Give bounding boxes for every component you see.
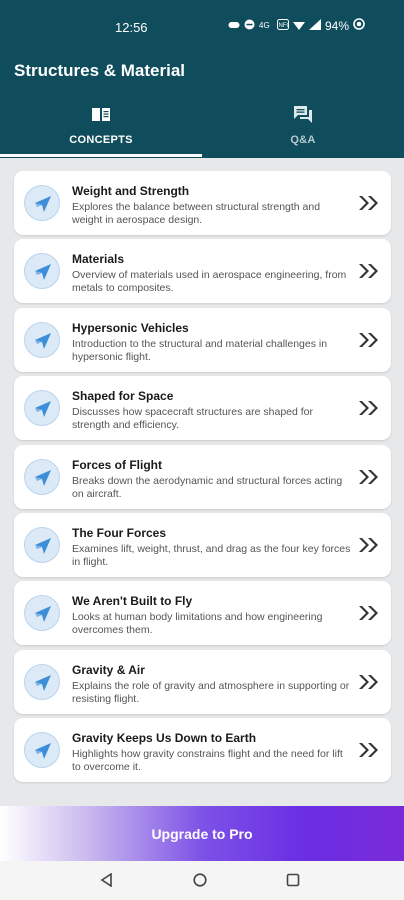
concept-description: Discusses how spacecraft structures are … xyxy=(72,406,314,432)
svg-text:NFC: NFC xyxy=(279,23,290,29)
concept-description: Highlights how gravity constrains flight… xyxy=(72,748,343,774)
nfc-icon: NFC xyxy=(277,18,291,33)
concept-title: Weight and Strength xyxy=(72,184,190,198)
recents-icon[interactable] xyxy=(286,873,300,892)
system-navigation-bar xyxy=(0,861,404,900)
list-item[interactable]: Weight and Strength Explores the balance… xyxy=(14,171,391,235)
concept-description: Explores the balance between structural … xyxy=(72,201,321,226)
status-icons: 4G NFC 94% xyxy=(228,18,365,33)
list-item[interactable]: We Aren't Built to Fly Looks at human bo… xyxy=(14,581,391,646)
upgrade-to-pro-button[interactable]: Upgrade to Pro xyxy=(0,806,404,861)
list-item[interactable]: Gravity & Air Explains the role of gravi… xyxy=(14,649,391,714)
list-item[interactable]: Gravity Keeps Us Down to Earth Highlight… xyxy=(14,718,391,783)
chevron-double-right-icon xyxy=(358,605,380,626)
status-bar: 12:56 4G NFC 94% xyxy=(0,0,404,50)
airplane-icon xyxy=(24,526,60,563)
airplane-icon xyxy=(24,253,60,290)
airplane-icon xyxy=(24,595,60,632)
concept-title: Gravity Keeps Us Down to Earth xyxy=(72,731,257,746)
battery-percent: 94% xyxy=(325,18,350,33)
airplane-icon xyxy=(24,321,60,358)
concept-title: Hypersonic Vehicles xyxy=(72,320,189,335)
back-icon[interactable] xyxy=(100,872,114,892)
airplane-icon xyxy=(24,732,60,769)
status-time: 12:56 xyxy=(115,20,148,35)
list-item[interactable]: Shaped for Space Discusses how spacecraf… xyxy=(14,376,391,441)
concept-description: Looks at human body limitations and how … xyxy=(72,611,323,637)
chevron-double-right-icon xyxy=(358,332,380,353)
airplane-icon xyxy=(24,458,60,495)
concept-title: Gravity & Air xyxy=(72,662,145,677)
concept-description: Introduction to the structural and mater… xyxy=(72,337,328,363)
upgrade-label: Upgrade to Pro xyxy=(151,826,253,842)
tab-qa[interactable]: Q&A xyxy=(202,104,404,158)
app-bar: Structures & Material CONCEPTS Q&A xyxy=(0,50,404,158)
airplane-icon xyxy=(24,185,60,221)
do-not-disturb-icon xyxy=(244,19,255,33)
concept-description: Examines lift, weight, thrust, and drag … xyxy=(72,542,351,568)
home-icon[interactable] xyxy=(193,873,207,892)
game-controller-icon xyxy=(228,19,240,33)
book-icon xyxy=(91,104,111,124)
battery-icon xyxy=(353,18,365,33)
concept-description: Overview of materials used in aerospace … xyxy=(72,269,347,295)
list-item[interactable]: Materials Overview of materials used in … xyxy=(14,239,391,304)
signal-icon xyxy=(309,18,321,33)
concept-title: Forces of Flight xyxy=(72,457,162,472)
list-item[interactable]: The Four Forces Examines lift, weight, t… xyxy=(14,512,391,577)
concept-title: Materials xyxy=(72,252,125,267)
airplane-icon xyxy=(24,390,60,427)
chevron-double-right-icon xyxy=(358,195,380,216)
concept-title: Shaped for Space xyxy=(72,389,174,404)
tab-concepts-label: CONCEPTS xyxy=(69,134,133,146)
chat-icon xyxy=(293,104,313,124)
page-title: Structures & Material xyxy=(14,61,185,80)
chevron-double-right-icon xyxy=(358,263,380,284)
wifi-icon xyxy=(293,19,305,33)
svg-text:4G: 4G xyxy=(259,21,270,30)
tab-concepts[interactable]: CONCEPTS xyxy=(0,104,202,158)
tab-qa-label: Q&A xyxy=(290,134,316,146)
concept-title: The Four Forces xyxy=(72,525,167,540)
chevron-double-right-icon xyxy=(358,674,380,695)
concept-description: Breaks down the aerodynamic and structur… xyxy=(72,474,343,500)
list-item[interactable]: Hypersonic Vehicles Introduction to the … xyxy=(14,307,391,372)
active-tab-indicator xyxy=(0,154,202,157)
volte-icon: 4G xyxy=(259,19,273,33)
concept-description: Explains the role of gravity and atmosph… xyxy=(72,679,350,705)
chevron-double-right-icon xyxy=(358,742,380,763)
chevron-double-right-icon xyxy=(358,469,380,490)
chevron-double-right-icon xyxy=(358,537,380,558)
concept-list[interactable]: Weight and Strength Explores the balance… xyxy=(14,171,391,787)
chevron-double-right-icon xyxy=(358,400,380,421)
concept-title: We Aren't Built to Fly xyxy=(72,594,193,609)
airplane-icon xyxy=(24,663,60,700)
list-item[interactable]: Forces of Flight Breaks down the aerodyn… xyxy=(14,444,391,509)
